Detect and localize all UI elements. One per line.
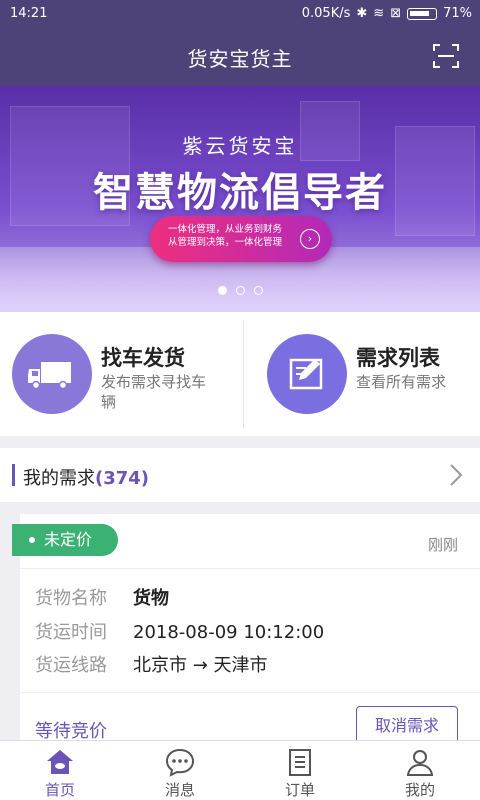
battery-icon xyxy=(407,7,438,20)
page-title: 货安宝货主 xyxy=(187,47,293,71)
battery-level: 71% xyxy=(443,6,472,21)
quick-action-circle xyxy=(12,334,92,414)
tab-label: 消息 xyxy=(164,781,195,799)
my-demands-header[interactable]: 我的需求(374) xyxy=(0,448,480,502)
divider xyxy=(20,692,480,693)
tab-messages[interactable]: 消息 xyxy=(120,741,240,800)
carousel-dot[interactable] xyxy=(253,286,263,295)
divider xyxy=(243,320,244,428)
promo-banner[interactable]: 紫云货安宝 智慧物流倡导者 一体化管理，从业务到财务 从管理到决策，一体化管理 … xyxy=(0,86,480,312)
detail-key: 货运时间 xyxy=(35,622,107,643)
detail-value: 2018-08-09 10:12:00 xyxy=(133,622,325,643)
banner-pill-button[interactable]: 一体化管理，从业务到财务 从管理到决策，一体化管理 › xyxy=(150,216,332,262)
divider xyxy=(20,568,480,569)
tab-label: 我的 xyxy=(404,781,435,799)
sim-icon: ⊠ xyxy=(390,6,402,21)
clock: 14:21 xyxy=(10,6,48,21)
detail-value: 北京市 → 天津市 xyxy=(133,655,268,676)
demand-time: 刚刚 xyxy=(427,536,458,554)
chevron-right-icon xyxy=(450,464,463,486)
section-accent-bar xyxy=(12,464,15,486)
bluetooth-icon: ✱ xyxy=(356,6,368,21)
bottom-tab-bar: 首页 消息 订单 我的 xyxy=(0,740,480,800)
app-header: 货安宝货主 xyxy=(0,28,480,86)
order-icon xyxy=(289,749,311,776)
status-bar: 14:21 0.05K/s ✱ ≋ ⊠ 71% xyxy=(0,0,480,28)
status-badge: 未定价 xyxy=(12,524,118,556)
quick-action-circle xyxy=(267,334,347,414)
tab-home[interactable]: 首页 xyxy=(0,741,120,800)
arrow-right-icon: › xyxy=(300,229,320,249)
detail-row: 货物名称 货物 xyxy=(35,584,169,610)
scan-icon[interactable] xyxy=(432,42,460,70)
quick-action-title: 找车发货 xyxy=(101,346,185,370)
demand-count: (374) xyxy=(95,468,150,489)
banner-brand: 紫云货安宝 xyxy=(182,134,298,158)
quick-action-desc: 查看所有需求 xyxy=(356,373,447,391)
quick-action-title: 需求列表 xyxy=(356,346,440,370)
tab-orders[interactable]: 订单 xyxy=(240,741,360,800)
section-title: 我的需求(374) xyxy=(23,464,149,490)
banner-headline: 智慧物流倡导者 xyxy=(93,169,387,216)
section-title-text: 我的需求 xyxy=(23,468,95,489)
message-icon xyxy=(165,748,195,777)
carousel-indicator xyxy=(0,286,480,295)
carousel-dot[interactable] xyxy=(217,286,227,295)
quick-actions: 找车发货 发布需求寻找车辆 需求列表 查看所有需求 xyxy=(0,312,480,436)
quick-action-desc: 发布需求寻找车辆 xyxy=(101,373,207,411)
detail-row: 货运时间 2018-08-09 10:12:00 xyxy=(35,618,324,644)
detail-key: 货物名称 xyxy=(35,588,107,609)
network-speed: 0.05K/s xyxy=(301,6,351,21)
tab-label: 首页 xyxy=(44,781,75,799)
status-icons: 0.05K/s ✱ ≋ ⊠ 71% xyxy=(302,6,472,21)
edit-icon xyxy=(289,358,323,390)
home-icon xyxy=(47,750,73,774)
detail-row: 货运线路 北京市 → 天津市 xyxy=(35,651,268,677)
profile-icon xyxy=(406,750,434,776)
detail-key: 货运线路 xyxy=(35,655,107,676)
detail-value: 货物 xyxy=(133,588,169,609)
tab-label: 订单 xyxy=(284,781,315,799)
carousel-dot[interactable] xyxy=(235,286,245,295)
demand-card[interactable]: 未定价 刚刚 货物名称 货物 货运时间 2018-08-09 10:12:00 货运… xyxy=(12,514,480,754)
truck-icon xyxy=(28,362,71,390)
wifi-icon: ≋ xyxy=(373,6,385,21)
tab-profile[interactable]: 我的 xyxy=(360,741,480,800)
